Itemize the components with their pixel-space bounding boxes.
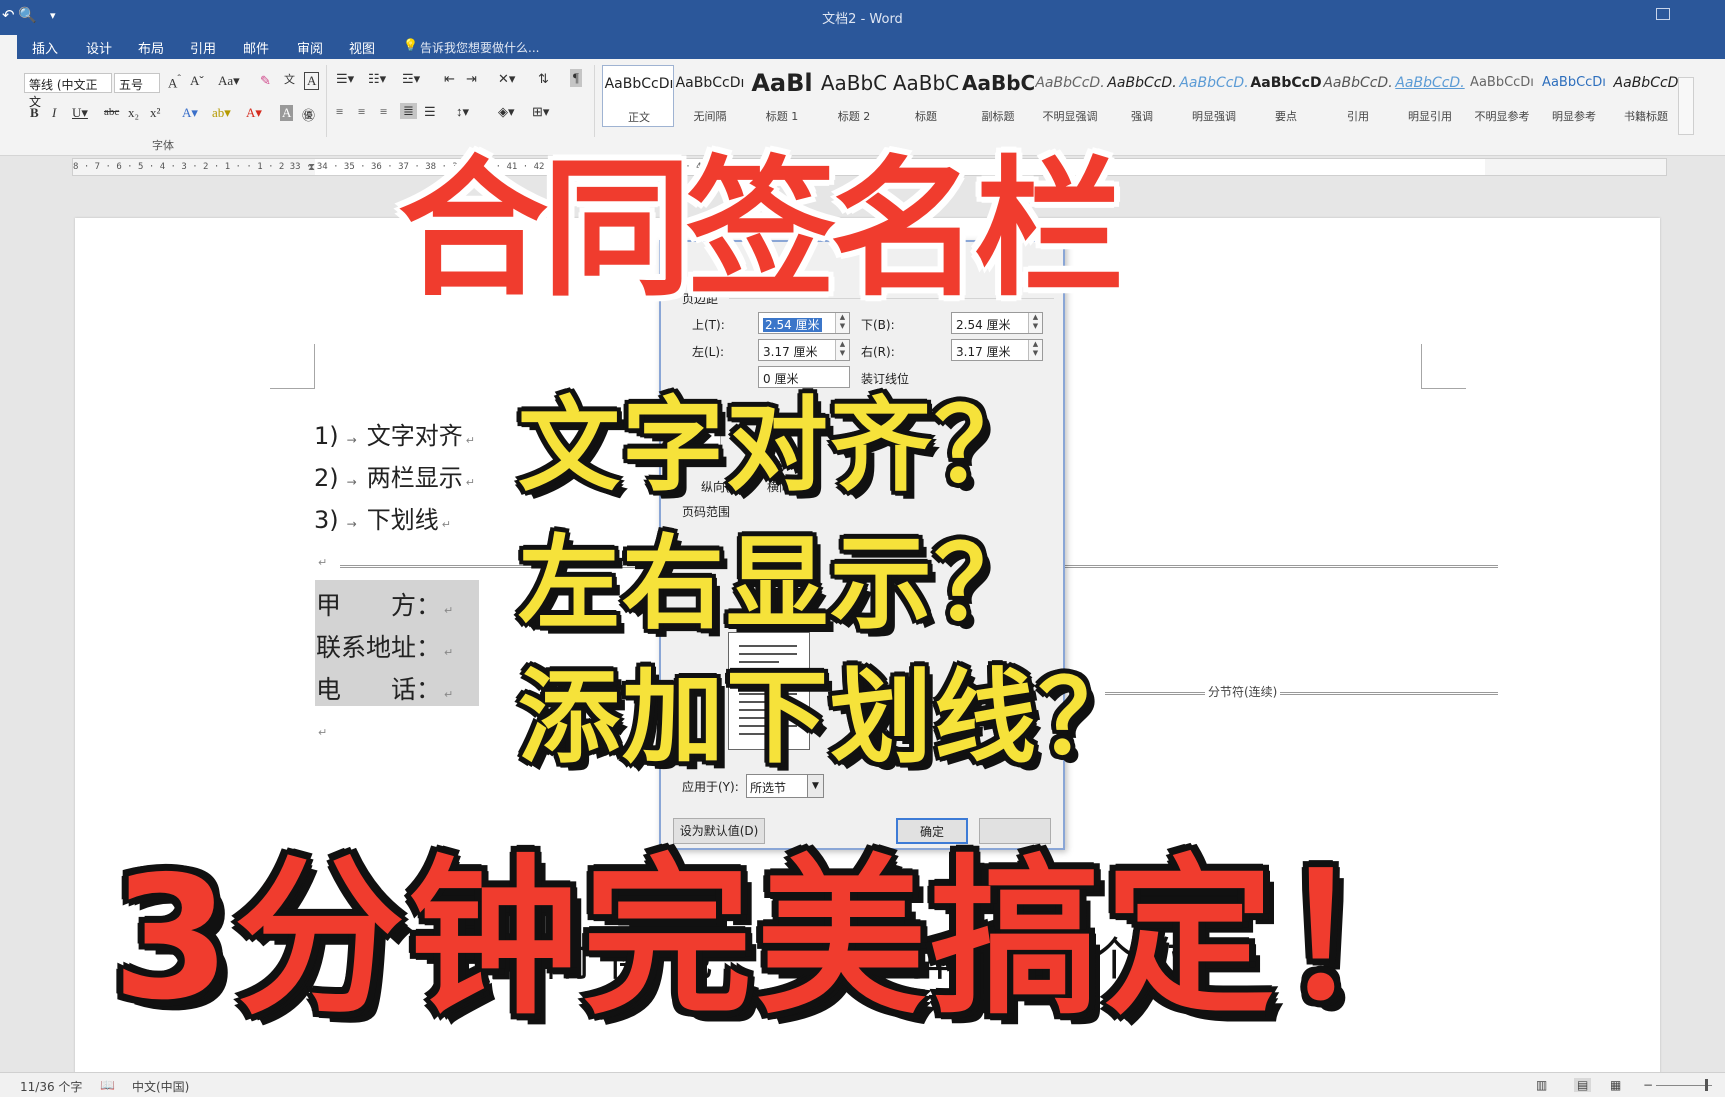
overlay-question-2: 左右显示？: [518, 525, 1038, 644]
lightbulb-icon: 💡: [403, 38, 418, 52]
field-line: 电 话： ↵: [316, 675, 454, 704]
tab-home[interactable]: [0, 35, 17, 59]
shrink-font-icon[interactable]: Aˇ: [190, 73, 204, 89]
italic-icon[interactable]: I: [52, 105, 56, 121]
tell-me-search[interactable]: 告诉我您想要做什么...: [420, 39, 539, 56]
style-subtle-reference[interactable]: AaBbCcDı 不明显参考: [1466, 65, 1538, 127]
clear-format-icon[interactable]: ✎: [260, 73, 271, 89]
decrease-indent-icon[interactable]: ⇤: [444, 71, 455, 87]
subscript-icon[interactable]: x₂: [128, 105, 139, 121]
list-item: 1) → 文字对齐 ↵: [314, 422, 475, 450]
grow-font-icon[interactable]: Aˆ: [168, 73, 181, 91]
enclose-char-icon[interactable]: ㊝: [302, 105, 315, 124]
char-border-icon[interactable]: A: [304, 72, 320, 90]
underline-icon[interactable]: U▾: [72, 105, 88, 121]
field-line: 甲 方： ↵: [316, 591, 454, 620]
divider: [326, 65, 327, 137]
title-bar: ↶ 🔍 ▾ 文档2 - Word: [0, 0, 1725, 33]
tab-mailings[interactable]: 邮件: [243, 38, 269, 57]
tab-view[interactable]: 视图: [349, 38, 375, 57]
bold-icon[interactable]: B: [30, 105, 39, 121]
print-layout-icon[interactable]: ▤: [1574, 1078, 1592, 1092]
font-color-icon[interactable]: A▾: [246, 105, 262, 121]
show-marks-icon[interactable]: ¶: [570, 69, 582, 87]
overlay-title: 合同签名栏: [398, 143, 1124, 317]
right-margin-input[interactable]: 3.17 厘米 ▲ ▼: [951, 339, 1043, 361]
font-size-box[interactable]: 五号: [114, 73, 160, 93]
crop-mark: [270, 344, 315, 389]
proofing-icon[interactable]: 📖: [100, 1078, 115, 1092]
paragraph-mark: ↵: [318, 726, 328, 739]
paragraph-mark: ↵: [318, 556, 328, 569]
chinese-layout-icon[interactable]: ✕▾: [498, 71, 515, 87]
strikethrough-icon[interactable]: abc: [104, 106, 119, 118]
window-title: 文档2 - Word: [822, 12, 903, 27]
bullets-icon[interactable]: ☰▾: [336, 71, 354, 87]
change-case-icon[interactable]: Aa▾: [218, 73, 240, 89]
overlay-bottom-banner: 3分钟完美搞定！: [112, 840, 1453, 1038]
text-effects-icon[interactable]: A▾: [182, 105, 198, 121]
align-right-icon[interactable]: ≡: [380, 104, 387, 120]
zoom-slider[interactable]: [1656, 1085, 1712, 1086]
highlight-icon[interactable]: ab▾: [212, 105, 231, 121]
style-intense-quote[interactable]: AaBbCcD. 明显引用: [1394, 65, 1466, 127]
crop-mark: [1421, 344, 1466, 389]
style-strong[interactable]: AaBbCcD 要点: [1250, 65, 1322, 127]
font-group-label: 字体: [152, 139, 174, 152]
left-margin-label: 左(L):: [692, 345, 725, 359]
field-line: 联系地址： ↵: [316, 633, 454, 662]
align-left-icon[interactable]: ≡: [336, 104, 343, 120]
style-book-title[interactable]: AaBbCcD 书籍标题: [1610, 65, 1682, 127]
increase-indent-icon[interactable]: ⇥: [466, 71, 477, 87]
read-mode-icon[interactable]: ▥: [1536, 1078, 1547, 1092]
web-layout-icon[interactable]: ▦: [1610, 1078, 1621, 1092]
right-margin-label: 右(R):: [861, 345, 895, 359]
tab-design[interactable]: 设计: [86, 38, 112, 57]
word-count[interactable]: 11/36 个字: [20, 1078, 82, 1095]
section-break-label: 分节符(连续): [1205, 683, 1281, 700]
font-name-box[interactable]: 等线 (中文正文: [24, 73, 112, 109]
status-bar: 11/36 个字 📖 中文(中国) ▥ ▤ ▦ −: [0, 1072, 1725, 1097]
numbering-icon[interactable]: ☷▾: [368, 71, 386, 87]
list-item: 2) → 两栏显示 ↵: [314, 464, 475, 492]
style-intense-reference[interactable]: AaBbCcDı 明显参考: [1538, 65, 1610, 127]
style-intense-emphasis[interactable]: AaBbCcD. 明显强调: [1178, 65, 1250, 127]
char-shading-icon[interactable]: A: [280, 105, 294, 121]
multilevel-list-icon[interactable]: ☲▾: [402, 71, 420, 87]
sort-icon[interactable]: ⇅: [538, 71, 549, 87]
phonetic-guide-icon[interactable]: 文: [284, 71, 295, 87]
overlay-question-3: 添加下划线？: [518, 659, 1142, 778]
gallery-scroll[interactable]: [1678, 77, 1694, 135]
language-indicator[interactable]: 中文(中国): [132, 1078, 189, 1095]
zoom-slider-thumb[interactable]: [1705, 1079, 1708, 1091]
left-margin-input[interactable]: 3.17 厘米 ▲ ▼: [758, 339, 850, 361]
ribbon-tabs: 插入 设计 布局 引用 邮件 审阅 视图 💡 告诉我您想要做什么...: [0, 33, 1725, 59]
overlay-question-1: 文字对齐？: [518, 387, 1038, 506]
section-break-line: [1105, 692, 1498, 695]
indent-marker-icon[interactable]: ⧗: [308, 162, 315, 173]
zoom-out-icon[interactable]: −: [1643, 1078, 1653, 1092]
superscript-icon[interactable]: x²: [150, 105, 160, 121]
ribbon-display-options-icon[interactable]: [1656, 8, 1670, 20]
tab-layout[interactable]: 布局: [138, 38, 164, 57]
align-center-icon[interactable]: ≡: [358, 104, 365, 120]
spin-arrows-icon[interactable]: ▲ ▼: [1028, 340, 1042, 360]
list-item: 3) → 下划线 ↵: [314, 506, 451, 534]
tab-insert[interactable]: 插入: [32, 38, 58, 57]
tab-review[interactable]: 审阅: [297, 38, 323, 57]
style-quote[interactable]: AaBbCcD. 引用: [1322, 65, 1394, 127]
spin-arrows-icon[interactable]: ▲ ▼: [835, 340, 849, 360]
tab-references[interactable]: 引用: [190, 38, 216, 57]
